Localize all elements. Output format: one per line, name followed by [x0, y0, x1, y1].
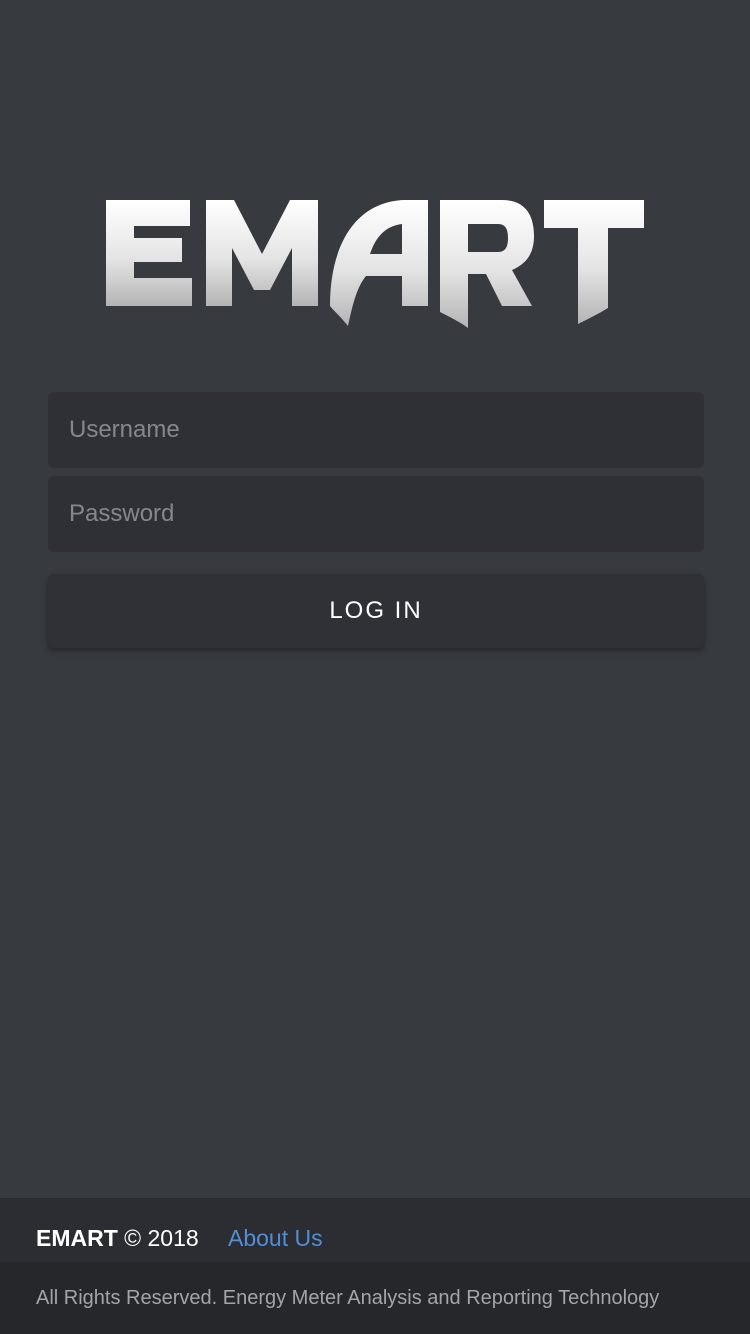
password-input[interactable]	[48, 476, 704, 552]
footer-copyright-year: © 2018	[124, 1225, 199, 1251]
login-page: LOG IN EMART © 2018 About Us All Rights …	[0, 0, 750, 1334]
emart-logo	[104, 196, 646, 332]
login-button[interactable]: LOG IN	[48, 574, 704, 648]
username-input[interactable]	[48, 392, 704, 468]
about-us-link[interactable]: About Us	[228, 1225, 323, 1251]
rights-reserved-text: All Rights Reserved. Energy Meter Analys…	[36, 1287, 660, 1309]
footer-copyright: EMART © 2018	[36, 1225, 199, 1251]
footer-brand: EMART	[36, 1225, 118, 1251]
